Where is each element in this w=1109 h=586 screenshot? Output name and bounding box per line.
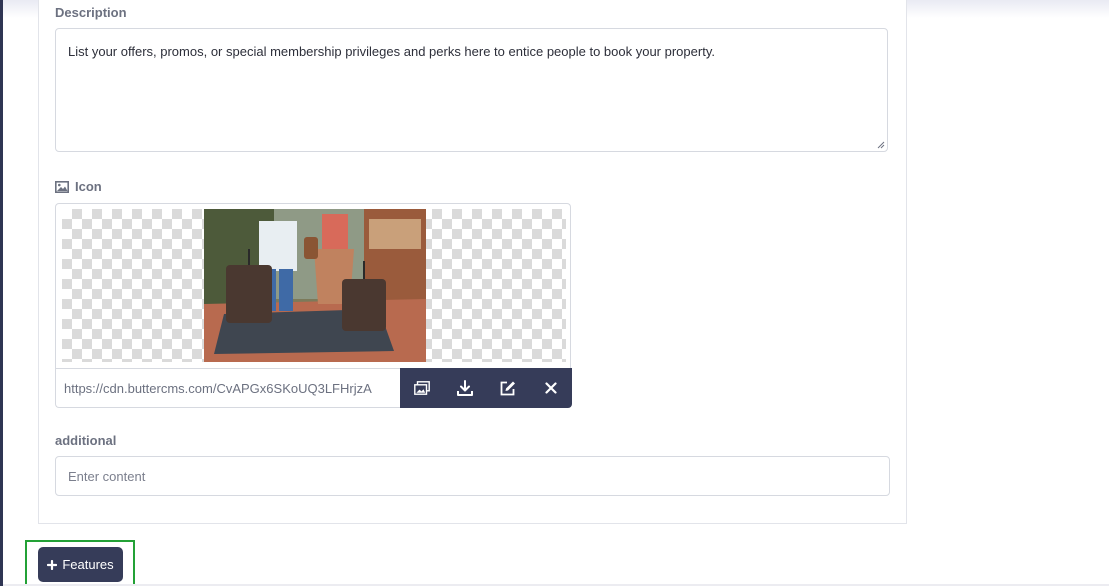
edit-button[interactable] <box>486 368 529 408</box>
close-icon <box>544 382 557 394</box>
additional-label: additional <box>55 433 117 448</box>
additional-input[interactable]: Enter content <box>55 456 890 496</box>
add-features-button[interactable]: Features <box>38 547 123 582</box>
edit-icon <box>500 381 515 396</box>
description-textarea[interactable]: List your offers, promos, or special mem… <box>55 28 888 152</box>
icon-label-text: Icon <box>75 179 102 194</box>
icon-actions-bar <box>400 368 572 408</box>
add-features-label: Features <box>62 557 114 572</box>
resize-grip-icon[interactable] <box>877 141 885 149</box>
description-label: Description <box>55 5 127 20</box>
media-library-button[interactable] <box>400 368 443 408</box>
icon-field-label: Icon <box>55 179 102 194</box>
travelers-photo <box>204 209 426 362</box>
media-library-icon <box>413 381 430 395</box>
transparency-checkerboard <box>62 209 566 362</box>
icon-url-row: https://cdn.buttercms.com/CvAPGx6SKoUQ3L… <box>55 368 572 408</box>
image-preview-frame <box>55 203 571 368</box>
remove-image-button[interactable] <box>529 368 572 408</box>
description-text: List your offers, promos, or special mem… <box>68 44 715 59</box>
download-button[interactable] <box>443 368 486 408</box>
plus-icon <box>47 559 58 570</box>
download-icon <box>456 380 473 396</box>
image-icon <box>55 180 69 193</box>
left-rail <box>0 0 3 586</box>
icon-url-input[interactable]: https://cdn.buttercms.com/CvAPGx6SKoUQ3L… <box>55 368 401 408</box>
